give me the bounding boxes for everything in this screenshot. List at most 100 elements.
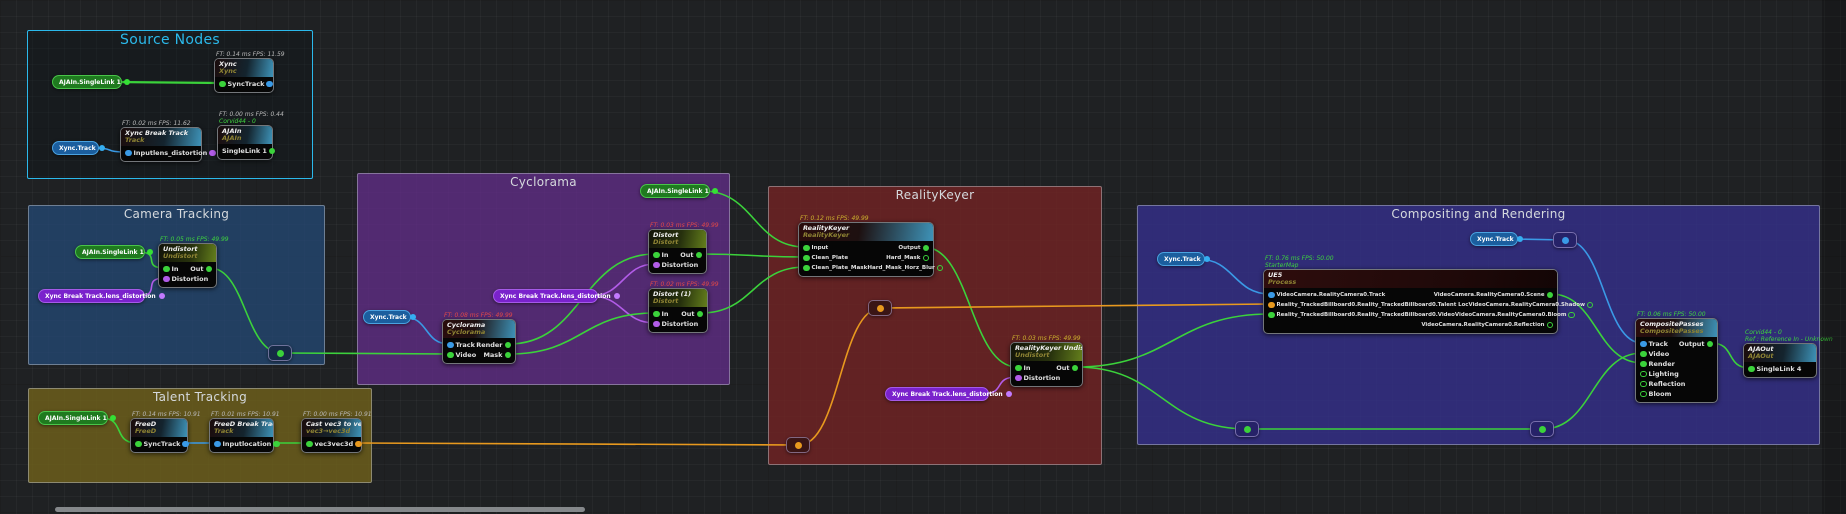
pin-socket-icon[interactable]: [803, 265, 810, 272]
node-cyclorama[interactable]: FT: 0.08 ms FPS: 49.99CycloramaCyclorama…: [442, 319, 516, 364]
pin-socket-icon[interactable]: [653, 262, 660, 269]
wire-xynctrack-to-ue5-track[interactable]: [1198, 259, 1270, 294]
pin-socket-icon[interactable]: [1539, 426, 1546, 433]
pin-socket-icon[interactable]: [803, 245, 810, 252]
pin-socket-icon[interactable]: [653, 252, 660, 259]
reroute-pill-xync-track-cyclorama[interactable]: Xync.Track: [363, 310, 411, 324]
node-header-xync[interactable]: XyncXync: [215, 59, 273, 77]
pin-socket-icon[interactable]: [135, 441, 142, 448]
pin-socket-icon[interactable]: [182, 441, 189, 448]
pin-socket-icon[interactable]: [1268, 312, 1275, 319]
pin-socket-icon[interactable]: [447, 342, 454, 349]
pin-socket-icon[interactable]: [653, 311, 660, 318]
pin-socket-icon[interactable]: [1748, 366, 1755, 373]
node-freed-break-track[interactable]: FT: 0.01 ms FPS: 10.91FreeD Break TrackT…: [209, 418, 274, 453]
pin-socket-icon[interactable]: [1244, 426, 1251, 433]
pin-socket-icon[interactable]: [1640, 371, 1647, 378]
reroute-node-compositing-green-left[interactable]: [1235, 421, 1259, 437]
node-ajaout[interactable]: Corvid44 - 0Ref : Reference In - Unknown…: [1743, 343, 1817, 378]
pin-socket-icon[interactable]: [505, 352, 512, 359]
node-undistort[interactable]: FT: 0.05 ms FPS: 49.99UndistortUndistort…: [158, 243, 217, 288]
pin-socket-icon[interactable]: [410, 314, 416, 320]
node-xync[interactable]: FT: 0.14 ms FPS: 11.59XyncXyncSyncTrack: [214, 58, 274, 93]
wire-lensdist-to-distort1-distortion[interactable]: [591, 296, 655, 323]
wire-reroute-to-cyclorama-video[interactable]: [281, 353, 449, 354]
node-xync-break-track[interactable]: FT: 0.02 ms FPS: 11.62Xync Break TrackTr…: [120, 127, 202, 162]
node-realitykeyer[interactable]: FT: 0.12 ms FPS: 49.99RealityKeyerRealit…: [798, 222, 934, 277]
pin-socket-icon[interactable]: [505, 342, 512, 349]
pin-socket-icon[interactable]: [163, 276, 170, 283]
pin-socket-icon[interactable]: [447, 352, 454, 359]
node-graph-canvas[interactable]: Source NodesCamera TrackingCycloramaTale…: [0, 0, 1846, 514]
pin-socket-icon[interactable]: [1547, 292, 1554, 299]
pin-socket-icon[interactable]: [266, 81, 273, 88]
reroute-pill-ajain-singlelink1-camera[interactable]: AJAIn.SingleLink 1: [75, 245, 145, 259]
node-header-distort-1[interactable]: Distort (1)Distort: [649, 289, 707, 307]
pin-socket-icon[interactable]: [1562, 237, 1569, 244]
pin-socket-icon[interactable]: [937, 265, 944, 272]
pin-socket-icon[interactable]: [1204, 256, 1210, 262]
reroute-pill-lens-distortion-cyclorama[interactable]: Xync Break Track.lens_distortion: [493, 289, 598, 303]
node-ajain[interactable]: FT: 0.00 ms FPS: 0.44Corvid44 - 0AJAInAJ…: [217, 125, 273, 160]
pin-socket-icon[interactable]: [803, 255, 810, 262]
node-header-ue5[interactable]: UE5Process: [1264, 270, 1557, 288]
wire-ajain1-to-keyer-input[interactable]: [703, 191, 805, 247]
node-header-ajain[interactable]: AJAInAJAIn: [218, 126, 272, 144]
node-ue5[interactable]: FT: 0.76 ms FPS: 50.00StarterMapUE5Proce…: [1263, 269, 1558, 334]
pin-socket-icon[interactable]: [1568, 312, 1575, 319]
pin-socket-icon[interactable]: [124, 79, 130, 85]
reroute-pill-ajain-singlelink1-source[interactable]: AJAIn.SingleLink 1: [52, 75, 122, 89]
pin-socket-icon[interactable]: [1006, 391, 1012, 397]
node-header-compositepasses[interactable]: CompositePassesCompositePasses: [1636, 319, 1717, 337]
wire-vec3d-to-reroute-low[interactable]: [355, 443, 799, 445]
pin-socket-icon[interactable]: [1015, 365, 1022, 372]
node-header-ajaout[interactable]: AJAOutAJAOut: [1744, 344, 1816, 362]
reroute-node-keyer-orange-low[interactable]: [786, 437, 810, 453]
node-header-xync-break-track[interactable]: Xync Break TrackTrack: [121, 128, 201, 146]
pin-socket-icon[interactable]: [147, 249, 153, 255]
reroute-pill-lens-distortion-camera[interactable]: Xync Break Track.lens_distortion: [38, 289, 145, 303]
pin-socket-icon[interactable]: [1587, 302, 1594, 309]
pin-socket-icon[interactable]: [355, 441, 362, 448]
pin-socket-icon[interactable]: [1640, 351, 1647, 358]
pin-socket-icon[interactable]: [712, 188, 718, 194]
wire-reroute-br-to-cp-video[interactable]: [1543, 353, 1642, 429]
pin-socket-icon[interactable]: [696, 252, 703, 259]
pin-socket-icon[interactable]: [206, 266, 213, 273]
wire-lensdist-to-distort-distortion[interactable]: [591, 264, 655, 296]
wire-reroute-up-to-ue5-talentloc[interactable]: [881, 304, 1270, 308]
pin-socket-icon[interactable]: [219, 81, 226, 88]
pin-socket-icon[interactable]: [1268, 302, 1275, 309]
pin-socket-icon[interactable]: [163, 266, 170, 273]
reroute-pill-ajain-singlelink1-cyclorama[interactable]: AJAIn.SingleLink 1: [640, 184, 710, 198]
pin-socket-icon[interactable]: [99, 145, 105, 151]
pin-socket-icon[interactable]: [1517, 236, 1523, 242]
pin-socket-icon[interactable]: [1547, 322, 1554, 329]
pin-socket-icon[interactable]: [1072, 365, 1079, 372]
pin-socket-icon[interactable]: [277, 350, 284, 357]
wire-distort1-out-to-keyer-cleanplatemask[interactable]: [701, 267, 805, 313]
node-compositepasses[interactable]: FT: 0.06 ms FPS: 50.00CompositePassesCom…: [1635, 318, 1718, 403]
node-distort-1[interactable]: FT: 0.02 ms FPS: 49.99Distort (1)Distort…: [648, 288, 708, 333]
wire-cyclorama-mask-to-distort1-in[interactable]: [509, 313, 655, 354]
node-header-realitykeyer-undistort[interactable]: RealityKeyer UndistortUndistort: [1011, 343, 1082, 361]
reroute-node-keyer-orange-up[interactable]: [868, 300, 892, 316]
node-header-distort[interactable]: DistortDistort: [649, 230, 706, 248]
pin-socket-icon[interactable]: [877, 305, 884, 312]
pin-socket-icon[interactable]: [1640, 361, 1647, 368]
pin-socket-icon[interactable]: [273, 441, 280, 448]
pin-socket-icon[interactable]: [923, 255, 930, 262]
wire-undistort-out-to-reroute[interactable]: [210, 268, 281, 353]
wire-ajain1-to-xync-sync[interactable]: [115, 82, 221, 83]
reroute-pill-xync-track-compositing-top[interactable]: Xync.Track: [1470, 232, 1518, 246]
node-freed[interactable]: FT: 0.14 ms FPS: 10.91FreeDFreeDSyncTrac…: [130, 418, 188, 453]
node-realitykeyer-undistort[interactable]: FT: 0.03 ms FPS: 49.99RealityKeyer Undis…: [1010, 342, 1083, 387]
pin-socket-icon[interactable]: [1640, 381, 1647, 388]
node-cast-vec3-to-vec3d[interactable]: FT: 0.00 ms FPS: 10.91Cast vec3 to vec3d…: [301, 418, 362, 453]
node-distort[interactable]: FT: 0.03 ms FPS: 49.99DistortDistortInOu…: [648, 229, 707, 274]
reroute-pill-lens-distortion-keyer[interactable]: Xync Break Track.lens_distortion: [885, 387, 989, 401]
node-header-freed[interactable]: FreeDFreeD: [131, 419, 187, 437]
pin-socket-icon[interactable]: [209, 150, 216, 157]
pin-socket-icon[interactable]: [697, 311, 704, 318]
pin-socket-icon[interactable]: [1707, 341, 1714, 348]
